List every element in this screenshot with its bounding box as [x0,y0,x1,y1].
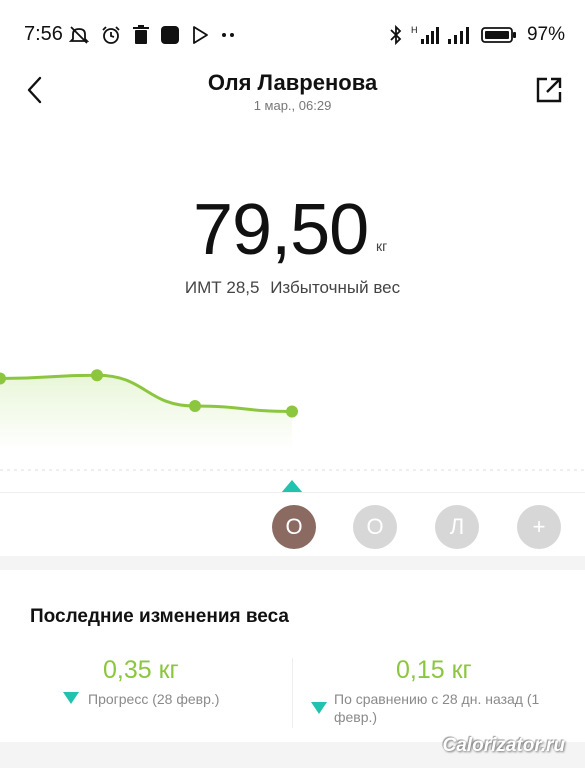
signal-icon [447,27,469,44]
chart-divider [0,492,585,493]
share-icon [536,77,562,103]
down-triangle-icon [311,702,327,714]
status-bar: 7:56 H 97% [0,0,585,64]
play-store-icon [193,26,208,44]
bmi-status: Избыточный вес [270,278,401,297]
compare-change: 0,15 кг [396,656,472,685]
user-avatar[interactable]: О [272,505,316,549]
more-dots-icon [222,33,234,37]
weight-trend-chart[interactable] [0,340,585,490]
status-left-icons [68,24,236,46]
compare-change-desc: По сравнению с 28 дн. назад (1 февр.) [334,691,540,725]
watermark: Calorizator.ru [442,735,565,756]
bmi-value: ИМТ 28,5 [184,278,260,297]
down-triangle-icon [63,692,79,704]
bmi-line: ИМТ 28,5 Избыточный вес [0,278,585,298]
chart-area-fill [0,375,292,450]
status-right-icons: H 97% [389,24,565,46]
weight-value: 79,50 [193,190,369,270]
weight-unit: кг [376,238,388,254]
battery-icon [481,27,516,43]
battery-percentage: 97% [526,24,565,45]
status-time: 7:56 [24,23,63,45]
measurement-timestamp: 1 мар., 06:29 [253,98,332,113]
chart-point[interactable] [286,405,298,418]
recent-changes-title: Последние изменения веса [30,606,289,627]
signal-h-icon: H [411,25,439,44]
page-title: Оля Лавренова [207,70,378,95]
add-user-button[interactable]: + [517,505,561,549]
section-separator [0,556,585,570]
app-square-icon [161,26,179,44]
header: Оля Лавренова 1 мар., 06:29 [0,64,585,124]
muted-bell-icon [68,26,90,44]
user-avatar[interactable]: О [353,505,397,549]
user-selector: О О Л + [0,500,585,550]
column-divider [292,658,293,728]
weight-display: 79,50 кг [0,190,585,270]
svg-text:H: H [411,25,418,35]
user-avatar[interactable]: Л [435,505,479,549]
trash-icon [133,25,149,44]
recent-changes-card: Последние изменения веса 0,35 кг Прогрес… [0,570,585,740]
chart-point[interactable] [189,400,201,412]
bluetooth-icon [390,24,402,46]
alarm-clock-icon [102,26,120,44]
progress-change-value: 0,35 кг [103,656,179,684]
share-button[interactable] [531,72,567,108]
chart-point[interactable] [91,369,103,382]
progress-change: 0,35 кг [103,656,179,685]
compare-change-value: 0,15 кг [396,656,472,684]
progress-change-desc: Прогресс (28 февр.) [88,691,220,707]
